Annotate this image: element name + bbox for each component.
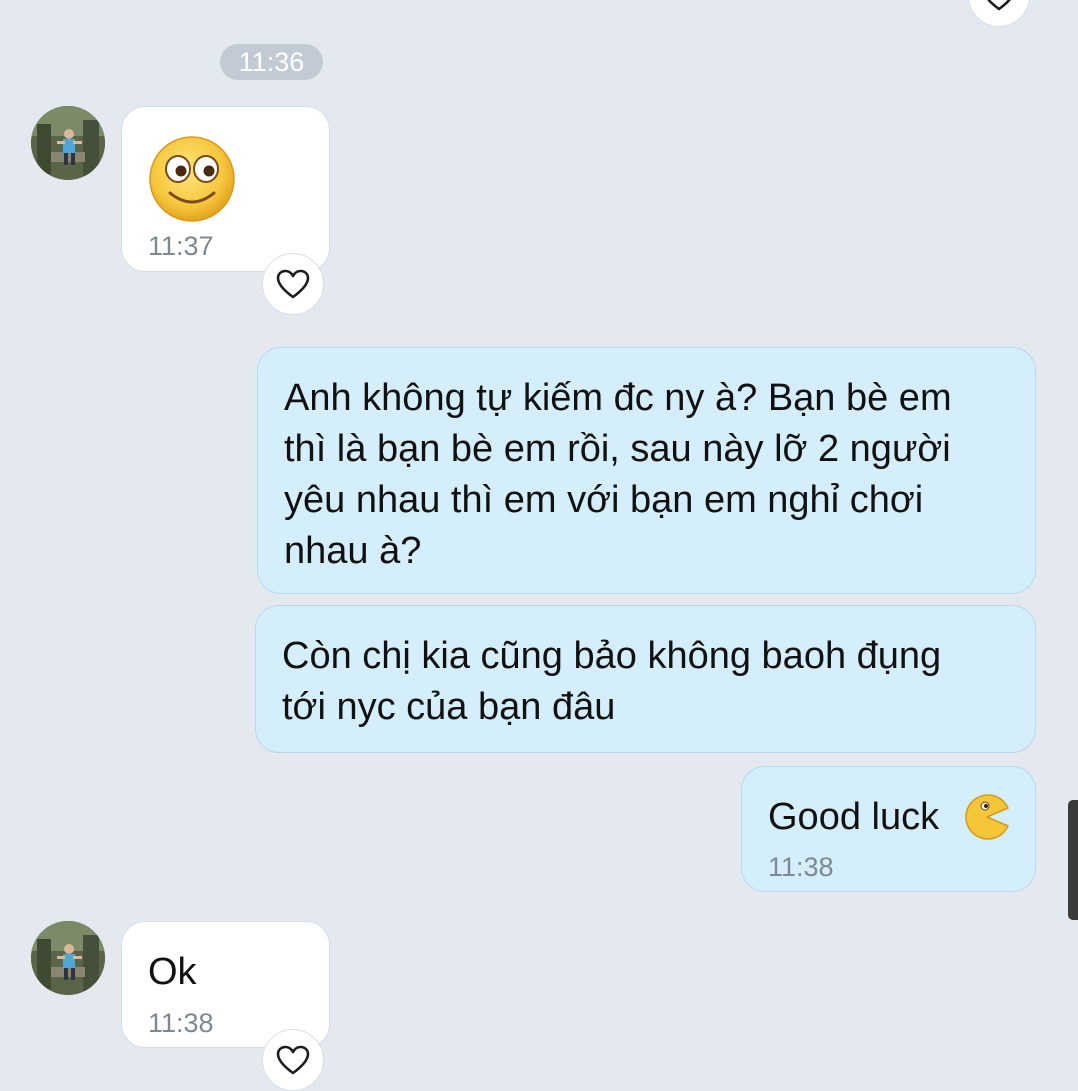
heart-reaction-button[interactable] [968,0,1030,27]
message-text: Anh không tự kiếm đc ny à? Bạn bè em thì… [284,377,952,572]
heart-icon [276,269,310,299]
message-text: Good luck [768,796,940,838]
heart-reaction-button[interactable] [262,1029,324,1091]
outgoing-message-bubble[interactable]: Còn chị kia cũng bảo không baoh đụng tới… [255,605,1036,753]
pacman-emoji [965,794,1009,840]
message-text: Còn chị kia cũng bảo không baoh đụng tới… [282,635,942,728]
message-time: 11:38 [768,852,834,882]
time-separator: 11:36 [220,44,323,80]
message-time: 11:38 [148,1008,214,1038]
heart-reaction-button[interactable] [262,253,324,315]
incoming-message-bubble[interactable]: 11:37 [121,106,330,272]
contact-avatar[interactable] [31,106,105,180]
scrollbar[interactable] [1068,800,1078,920]
outgoing-message-bubble[interactable]: Anh không tự kiếm đc ny à? Bạn bè em thì… [257,347,1036,594]
heart-icon [276,1045,310,1075]
smiley-emoji [149,136,235,222]
message-text: Ok [148,951,197,993]
message-time: 11:37 [148,231,214,261]
contact-avatar[interactable] [31,921,105,995]
outgoing-message-bubble[interactable]: Good luck 11:38 [741,766,1036,892]
heart-icon [987,0,1011,11]
